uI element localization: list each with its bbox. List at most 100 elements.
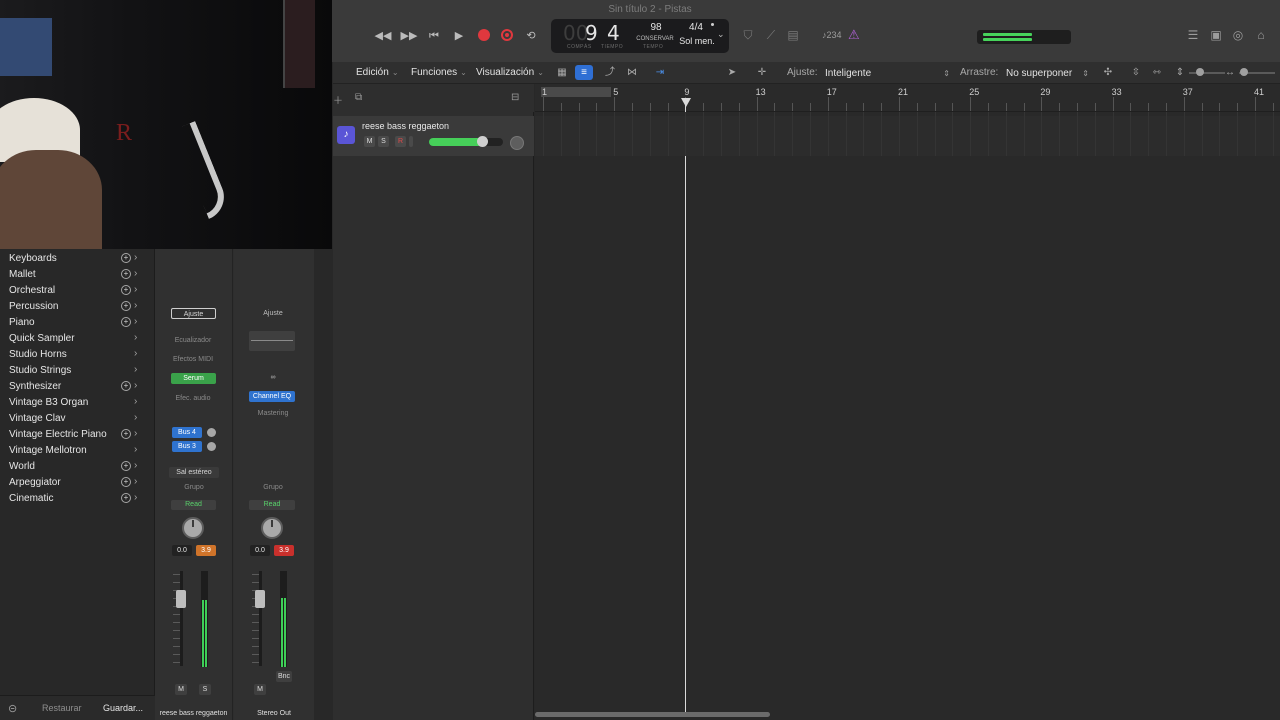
chevron-down-icon[interactable]: ⌄ (717, 29, 725, 40)
snap-select[interactable]: Inteligente ⇕ (821, 66, 953, 81)
automation-mode[interactable]: Read (249, 500, 295, 510)
list-view-icon[interactable]: ≡ (575, 65, 593, 80)
skip-to-start-icon[interactable]: ⏮ (423, 28, 445, 44)
mastering-slot[interactable]: Mastering (242, 410, 304, 417)
add-circle-icon[interactable]: + (121, 301, 131, 311)
chevron-right-icon[interactable]: › (134, 348, 137, 359)
cycle-icon[interactable]: ⟲ (520, 28, 542, 44)
volume-value[interactable]: 0.0 (250, 545, 270, 556)
fast-forward-icon[interactable]: ▶▶ (398, 28, 420, 44)
chevron-right-icon[interactable]: › (134, 428, 137, 439)
automation-icon[interactable]: ⤴ (601, 65, 619, 80)
bounce-button[interactable]: Bnc (276, 671, 292, 682)
cycle-region[interactable] (541, 87, 611, 97)
horizontal-arrows-icon[interactable]: ↔ (1221, 65, 1239, 80)
setting-button[interactable]: Ajuste (242, 310, 304, 317)
add-circle-icon[interactable]: + (121, 477, 131, 487)
setting-button[interactable]: Ajuste (171, 308, 216, 319)
library-item[interactable]: Keyboards + › (0, 251, 155, 267)
restore-button[interactable]: Restaurar (42, 703, 82, 713)
menu-edit[interactable]: Edición ⌄ (356, 67, 399, 78)
track-lane[interactable] (535, 116, 1280, 156)
add-circle-icon[interactable]: + (121, 461, 131, 471)
library-item[interactable]: Quick Sampler › (0, 331, 155, 347)
chevron-right-icon[interactable]: › (134, 380, 137, 391)
library-item[interactable]: Vintage B3 Organ › (0, 395, 155, 411)
mute-button[interactable]: M (254, 684, 266, 695)
send-knob-bus-3[interactable] (207, 442, 216, 451)
chevron-right-icon[interactable]: › (134, 316, 137, 327)
eq-slot[interactable]: Ecualizador (163, 337, 223, 344)
arrange-area[interactable]: 1 5 9 13 17 21 25 29 33 37 41 (535, 84, 1280, 720)
list-icon[interactable]: ☰ (1185, 28, 1201, 42)
save-button[interactable]: Guardar... (103, 703, 143, 713)
library-item[interactable]: Studio Horns › (0, 347, 155, 363)
play-icon[interactable]: ▶ (448, 28, 470, 44)
library-item[interactable]: Piano + › (0, 315, 155, 331)
record-icon[interactable] (478, 29, 490, 41)
instrument-slot[interactable]: Serum (171, 373, 216, 384)
lcd-tempo[interactable]: 98 (643, 22, 669, 33)
library-item[interactable]: Vintage Mellotron › (0, 443, 155, 459)
chevron-right-icon[interactable]: › (134, 444, 137, 455)
grid-view-icon[interactable]: ▦ (553, 65, 571, 80)
audio-fx-slot[interactable]: Efec. audio (163, 395, 223, 402)
waveform-zoom-icon[interactable]: ✣ (1099, 65, 1117, 80)
library-item[interactable]: Vintage Clav › (0, 411, 155, 427)
chevron-right-icon[interactable]: › (134, 460, 137, 471)
pan-knob[interactable] (182, 517, 204, 539)
chevron-right-icon[interactable]: › (134, 412, 137, 423)
automation-mode[interactable]: Read (171, 500, 216, 510)
library-item[interactable]: Synthesizer + › (0, 379, 155, 395)
add-circle-icon[interactable]: + (121, 493, 131, 503)
add-circle-icon[interactable]: + (121, 317, 131, 327)
track-volume-slider[interactable] (429, 136, 503, 147)
tuner-fork-icon[interactable]: ⟋ (763, 28, 779, 43)
chevron-right-icon[interactable]: › (134, 492, 137, 503)
library-item[interactable]: Percussion + › (0, 299, 155, 315)
vertical-arrows-icon[interactable]: ⇕ (1171, 65, 1189, 80)
vertical-zoom-knob[interactable] (1196, 68, 1204, 76)
rewind-icon[interactable]: ◀◀ (372, 28, 394, 44)
send-bus-3[interactable]: Bus 3 (172, 441, 202, 452)
volume-fader-cap[interactable] (255, 590, 265, 609)
browser-icon[interactable]: ▣ (1208, 28, 1224, 42)
menu-view[interactable]: Visualización ⌄ (476, 67, 544, 78)
midi-fx-slot[interactable]: Efectos MIDI (163, 356, 223, 363)
flex-icon[interactable]: ⋈ (623, 65, 641, 80)
duplicate-track-icon[interactable]: ⧉ (355, 92, 362, 103)
lcd-display[interactable]: 00 9 4 COMPÁS TIEMPO 98 CONSERVAR TEMPO … (551, 19, 729, 53)
pointer-tool-icon[interactable]: ➤ (723, 65, 741, 80)
menu-functions[interactable]: Funciones ⌄ (411, 67, 467, 78)
capture-record-icon[interactable] (501, 29, 513, 41)
library-item[interactable]: Vintage Electric Piano + › (0, 427, 155, 443)
volume-fader-cap[interactable] (176, 590, 186, 609)
group-slot[interactable]: Grupo (242, 484, 304, 491)
peak-value[interactable]: 3.9 (274, 545, 294, 556)
library-item[interactable]: Cinematic + › (0, 491, 155, 507)
chevron-right-icon[interactable]: › (134, 300, 137, 311)
output-slot[interactable]: Sal estéreo (169, 467, 219, 478)
channel-eq-plugin[interactable]: Channel EQ (249, 391, 295, 402)
playhead[interactable] (685, 98, 687, 714)
catch-playhead-icon[interactable]: ⇥ (651, 65, 669, 80)
horizontal-zoom-knob[interactable] (1240, 68, 1248, 76)
send-bus-4[interactable]: Bus 4 (172, 427, 202, 438)
solo-button[interactable]: S (199, 684, 211, 695)
add-circle-icon[interactable]: + (121, 253, 131, 263)
volume-fader-track[interactable] (259, 571, 262, 666)
chevron-right-icon[interactable]: › (134, 396, 137, 407)
library-item[interactable]: Studio Strings › (0, 363, 155, 379)
add-circle-icon[interactable]: + (121, 285, 131, 295)
horizontal-zoom-icon[interactable]: ⇿ (1148, 65, 1166, 80)
track-pan-knob[interactable] (510, 136, 524, 150)
chevron-right-icon[interactable]: › (134, 332, 137, 343)
track-name[interactable]: reese bass reggaeton (362, 121, 449, 131)
chevron-right-icon[interactable]: › (134, 268, 137, 279)
add-circle-icon[interactable]: + (121, 269, 131, 279)
channel-name[interactable]: reese bass reggaeton (155, 710, 232, 717)
crosshair-tool-icon[interactable]: ✛ (753, 65, 771, 80)
volume-fader-track[interactable] (180, 571, 183, 666)
media-icon[interactable]: ⌂ (1253, 28, 1269, 42)
send-knob-bus-4[interactable] (207, 428, 216, 437)
